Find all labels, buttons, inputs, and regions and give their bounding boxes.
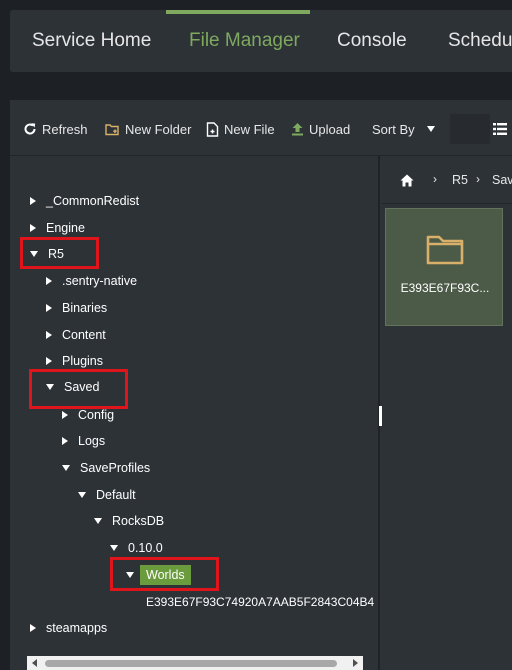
- tree-item[interactable]: RocksDB: [94, 511, 164, 531]
- new-file-button[interactable]: New File: [206, 117, 275, 141]
- tree-item[interactable]: _CommonRedist: [30, 191, 139, 211]
- caret-down-icon[interactable]: [62, 465, 70, 471]
- caret-right-icon[interactable]: [30, 224, 36, 232]
- caret-down-icon[interactable]: [94, 518, 102, 524]
- tree-item-label: E393E67F93C74920A7AAB5F2843C04B4: [146, 595, 375, 609]
- chevron-down-icon: [426, 126, 435, 132]
- new-file-label: New File: [224, 121, 275, 137]
- caret-right-icon[interactable]: [46, 304, 52, 312]
- scroll-right-icon[interactable]: [353, 659, 358, 667]
- annotation-box: [29, 369, 128, 409]
- tree-item[interactable]: Content: [46, 325, 106, 345]
- tree-item[interactable]: Plugins: [46, 351, 103, 371]
- caret-right-icon[interactable]: [46, 331, 52, 339]
- annotation-box: [110, 557, 219, 591]
- new-folder-button[interactable]: New Folder: [105, 117, 191, 141]
- tree-item-label: _CommonRedist: [46, 194, 140, 208]
- top-nav: Service Home File Manager Console Schedu…: [10, 10, 512, 72]
- view-toggle-area: [450, 114, 490, 144]
- breadcrumb-separator-icon: ›: [476, 172, 480, 186]
- new-folder-icon: [105, 123, 119, 135]
- sort-by-label: Sort By: [372, 121, 415, 137]
- tree-item-label: Plugins: [62, 354, 103, 368]
- folder-icon: [426, 235, 464, 265]
- tree-item-label: SaveProfiles: [80, 461, 151, 475]
- tree-item[interactable]: 0.10.0: [110, 538, 163, 558]
- tree-item-label: 0.10.0: [128, 541, 163, 555]
- caret-right-icon[interactable]: [46, 277, 52, 285]
- tree-item-label: steamapps: [46, 621, 108, 635]
- tree-item-label: Config: [78, 408, 115, 422]
- breadcrumb-saved[interactable]: Sav: [492, 173, 512, 187]
- caret-right-icon[interactable]: [62, 437, 68, 445]
- new-file-icon: [206, 121, 219, 137]
- caret-right-icon[interactable]: [62, 411, 68, 419]
- tree-item-label: .sentry-native: [62, 274, 138, 288]
- annotation-box: [20, 237, 99, 269]
- tab-console[interactable]: Console: [337, 10, 407, 72]
- folder-tile[interactable]: E393E67F93C...: [385, 208, 503, 326]
- tree-item-label: Binaries: [62, 301, 108, 315]
- horizontal-scrollbar[interactable]: [27, 656, 363, 670]
- tree-item[interactable]: Binaries: [46, 298, 107, 318]
- caret-down-icon[interactable]: [78, 492, 86, 498]
- scrollbar-thumb[interactable]: [45, 660, 337, 667]
- refresh-label: Refresh: [42, 121, 88, 137]
- breadcrumb: › R5 › Sav: [382, 156, 512, 204]
- splitter-handle[interactable]: [379, 406, 382, 426]
- tree-item-label: Content: [62, 328, 106, 342]
- tree-item[interactable]: Logs: [62, 431, 105, 451]
- breadcrumb-r5[interactable]: R5: [452, 173, 468, 187]
- scroll-left-icon[interactable]: [32, 659, 37, 667]
- upload-button[interactable]: Upload: [291, 117, 350, 141]
- tree-item-label: Default: [96, 488, 136, 502]
- sort-by-dropdown[interactable]: Sort By: [372, 117, 435, 141]
- tree-item[interactable]: Engine: [30, 218, 85, 238]
- tree-item-label: Engine: [46, 221, 85, 235]
- caret-down-icon[interactable]: [110, 545, 118, 551]
- tree-item[interactable]: .sentry-native: [46, 271, 137, 291]
- tree-item[interactable]: E393E67F93C74920A7AAB5F2843C04B4: [146, 592, 374, 612]
- caret-right-icon[interactable]: [30, 624, 36, 632]
- caret-right-icon[interactable]: [46, 357, 52, 365]
- refresh-button[interactable]: Refresh: [23, 117, 88, 141]
- tree-item-label: Logs: [78, 434, 106, 448]
- list-view-icon[interactable]: [493, 122, 507, 135]
- tab-service-home[interactable]: Service Home: [32, 10, 151, 72]
- breadcrumb-separator-icon: ›: [433, 172, 437, 186]
- tab-schedule[interactable]: Schedule: [448, 10, 512, 72]
- caret-right-icon[interactable]: [30, 197, 36, 205]
- tree-item[interactable]: steamapps: [30, 618, 107, 638]
- refresh-icon: [24, 123, 36, 135]
- upload-label: Upload: [309, 121, 351, 137]
- new-folder-label: New Folder: [125, 121, 192, 137]
- tree-item-label: RocksDB: [112, 514, 165, 528]
- home-icon[interactable]: [400, 174, 414, 187]
- folder-name: E393E67F93C...: [400, 281, 490, 295]
- toolbar: Refresh New Folder New File Upload Sort: [10, 100, 512, 156]
- upload-icon: [292, 123, 303, 136]
- tree-item[interactable]: Default: [78, 485, 136, 505]
- tree-item[interactable]: SaveProfiles: [62, 458, 150, 478]
- tab-file-manager[interactable]: File Manager: [189, 10, 300, 72]
